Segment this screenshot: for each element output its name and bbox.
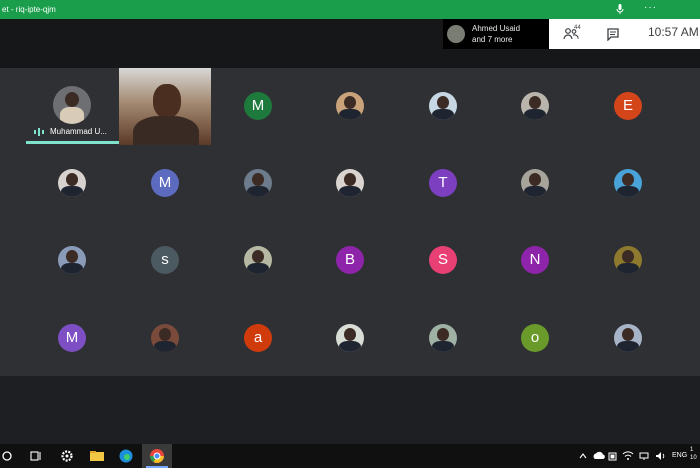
participant-photo-avatar	[614, 324, 642, 352]
participant-tile[interactable]	[336, 92, 364, 120]
participant-tile[interactable]: s	[151, 246, 179, 274]
participant-photo-avatar	[429, 324, 457, 352]
battery-icon[interactable]	[607, 444, 619, 468]
participant-letter-avatar: M	[151, 169, 179, 197]
participant-letter-avatar: M	[244, 92, 272, 120]
speaker-avatar[interactable]	[53, 86, 91, 124]
window-title: et - riq-ipte-qjm	[2, 5, 56, 14]
edge-browser-icon[interactable]	[117, 444, 135, 468]
participant-tile[interactable]	[521, 92, 549, 120]
chat-icon[interactable]	[606, 27, 620, 41]
volume-icon[interactable]	[654, 444, 666, 468]
participant-photo-avatar	[58, 169, 86, 197]
presenter-more: and 7 more	[472, 35, 513, 44]
system-time: 1	[690, 447, 694, 453]
speaking-indicator-icon	[34, 128, 44, 136]
participant-letter-avatar: B	[336, 246, 364, 274]
participant-tile[interactable]: a	[244, 324, 272, 352]
participant-tile[interactable]: M	[58, 324, 86, 352]
more-options-icon[interactable]: ···	[644, 2, 657, 13]
file-explorer-icon[interactable]	[88, 444, 106, 468]
participant-tile[interactable]	[614, 169, 642, 197]
participant-letter-avatar: S	[429, 246, 457, 274]
participant-tile[interactable]	[151, 324, 179, 352]
participant-tile[interactable]	[58, 169, 86, 197]
mic-icon[interactable]	[614, 3, 626, 15]
participant-letter-avatar: E	[614, 92, 642, 120]
participant-photo-avatar	[336, 324, 364, 352]
system-date: 10	[690, 455, 697, 461]
participant-photo-avatar	[614, 246, 642, 274]
participant-photo-avatar	[151, 324, 179, 352]
participant-tile[interactable]: N	[521, 246, 549, 274]
participant-tile[interactable]	[521, 169, 549, 197]
wifi-icon[interactable]	[622, 444, 634, 468]
meeting-clock: 10:57 AM	[648, 25, 699, 39]
participant-tile[interactable]: o	[521, 324, 549, 352]
participant-video-tile[interactable]	[119, 68, 211, 145]
participant-letter-avatar: N	[521, 246, 549, 274]
participant-photo-avatar	[336, 92, 364, 120]
chrome-icon	[150, 449, 164, 463]
participant-tile[interactable]: M	[244, 92, 272, 120]
onedrive-cloud-icon[interactable]	[592, 444, 606, 468]
participant-photo-avatar	[58, 246, 86, 274]
participant-tile[interactable]	[614, 324, 642, 352]
participant-tile[interactable]	[336, 324, 364, 352]
participant-photo-avatar	[614, 169, 642, 197]
participant-tile[interactable]	[244, 246, 272, 274]
participant-tile[interactable]	[614, 246, 642, 274]
system-clock[interactable]: 1 10	[690, 446, 697, 462]
participant-photo-avatar	[244, 246, 272, 274]
participant-letter-avatar: T	[429, 169, 457, 197]
participant-tile[interactable]: T	[429, 169, 457, 197]
presenter-avatar	[447, 25, 465, 43]
participant-letter-avatar: a	[244, 324, 272, 352]
participant-tile[interactable]: E	[614, 92, 642, 120]
settings-gear-icon[interactable]	[58, 444, 76, 468]
participant-letter-avatar: o	[521, 324, 549, 352]
participant-tile[interactable]: M	[151, 169, 179, 197]
presenter-chip[interactable]: Ahmed Usaid and 7 more	[443, 19, 549, 49]
participant-count: 44	[574, 25, 581, 31]
task-view-icon[interactable]	[28, 444, 44, 468]
meeting-bottom-area	[0, 376, 700, 444]
participant-photo-avatar	[429, 92, 457, 120]
participant-tile[interactable]: B	[336, 246, 364, 274]
participant-tile[interactable]	[429, 324, 457, 352]
participant-letter-avatar: s	[151, 246, 179, 274]
participant-tile[interactable]	[429, 92, 457, 120]
windows-taskbar	[0, 444, 700, 468]
participant-letter-avatar: M	[58, 324, 86, 352]
chrome-taskbar-active[interactable]	[142, 444, 172, 468]
presenter-name: Ahmed Usaid	[472, 24, 521, 33]
participant-photo-avatar	[521, 169, 549, 197]
participant-tile[interactable]: S	[429, 246, 457, 274]
speaker-highlight-bar	[26, 141, 119, 144]
network-icon[interactable]	[638, 444, 650, 468]
search-icon[interactable]	[0, 444, 16, 468]
participant-tile[interactable]	[244, 169, 272, 197]
participant-tile[interactable]	[336, 169, 364, 197]
participant-photo-avatar	[521, 92, 549, 120]
speaker-name: Muhammad U...	[50, 127, 107, 136]
participant-photo-avatar	[244, 169, 272, 197]
participant-photo-avatar	[336, 169, 364, 197]
participant-tile[interactable]	[58, 246, 86, 274]
input-language[interactable]: ENG	[672, 452, 687, 459]
window-titlebar: et - riq-ipte-qjm ···	[0, 0, 700, 19]
tray-chevron-up-icon[interactable]	[578, 444, 588, 468]
